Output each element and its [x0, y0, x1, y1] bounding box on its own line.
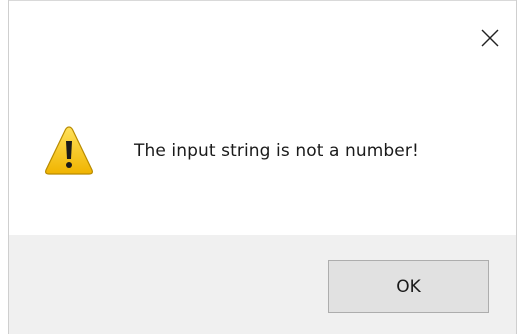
- ok-button[interactable]: OK: [328, 260, 489, 313]
- error-message: The input string is not a number!: [134, 141, 419, 161]
- message-dialog: The input string is not a number! OK: [0, 0, 522, 334]
- close-button[interactable]: [470, 20, 510, 56]
- warning-icon: [45, 126, 93, 175]
- dialog-body: [9, 1, 516, 235]
- window-right-border: [516, 0, 517, 334]
- close-icon: [481, 29, 499, 47]
